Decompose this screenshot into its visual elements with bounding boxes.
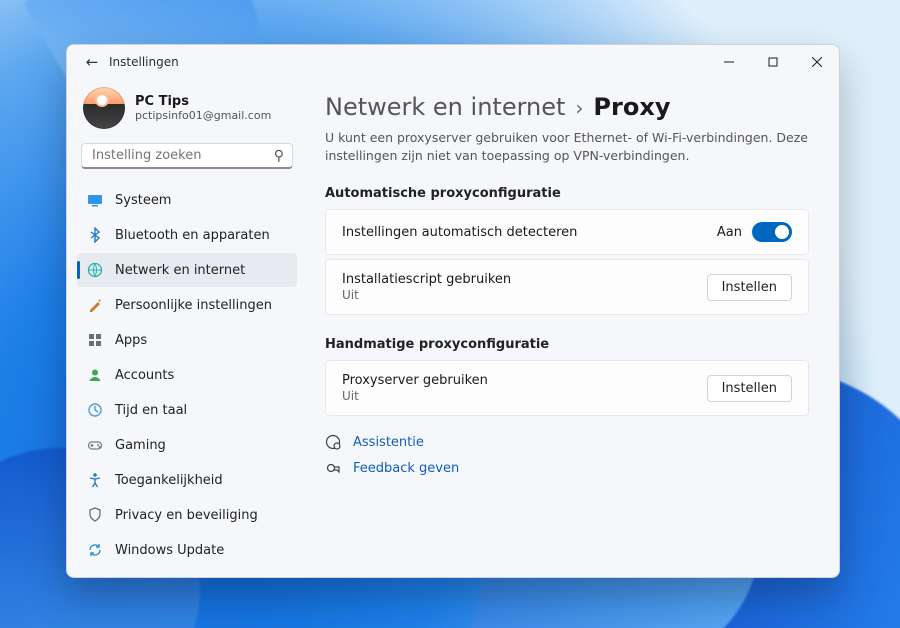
minimize-button[interactable] bbox=[707, 45, 751, 79]
update-icon bbox=[87, 542, 103, 558]
sidebar-item-label: Gaming bbox=[115, 438, 166, 453]
back-button[interactable]: ← bbox=[81, 53, 103, 71]
setup-script-label: Installatiescript gebruiken bbox=[342, 272, 511, 287]
titlebar: ← Instellingen bbox=[67, 45, 839, 79]
sidebar-item-personalize[interactable]: Persoonlijke instellingen bbox=[77, 288, 297, 322]
sidebar-item-label: Bluetooth en apparaten bbox=[115, 228, 270, 243]
chevron-right-icon: › bbox=[575, 96, 583, 120]
accessibility-icon bbox=[87, 472, 103, 488]
card-setup-script: Installatiescript gebruiken Uit Instelle… bbox=[325, 259, 809, 315]
sidebar-item-apps[interactable]: Apps bbox=[77, 323, 297, 357]
maximize-button[interactable] bbox=[751, 45, 795, 79]
proxy-server-state: Uit bbox=[342, 389, 488, 403]
proxy-server-label: Proxyserver gebruiken bbox=[342, 373, 488, 388]
help-icon bbox=[325, 434, 341, 450]
help-links: Assistentie Feedback geven bbox=[325, 434, 809, 476]
feedback-icon bbox=[325, 460, 341, 476]
sidebar-item-label: Tijd en taal bbox=[115, 403, 187, 418]
sidebar-item-label: Toegankelijkheid bbox=[115, 473, 223, 488]
breadcrumb: Netwerk en internet › Proxy bbox=[325, 93, 809, 121]
search-icon: ⚲ bbox=[274, 148, 284, 164]
sidebar-item-network[interactable]: Netwerk en internet bbox=[77, 253, 297, 287]
accounts-icon bbox=[87, 367, 103, 383]
auto-detect-state: Aan bbox=[717, 225, 742, 240]
search-input[interactable] bbox=[92, 148, 274, 163]
sidebar-item-update[interactable]: Windows Update bbox=[77, 533, 297, 567]
section-header-auto: Automatische proxyconfiguratie bbox=[325, 186, 809, 201]
link-feedback-label: Feedback geven bbox=[353, 461, 459, 476]
setup-script-state: Uit bbox=[342, 288, 511, 302]
sidebar-item-label: Systeem bbox=[115, 193, 171, 208]
profile-name: PC Tips bbox=[135, 94, 271, 109]
window-controls bbox=[707, 45, 839, 79]
network-icon bbox=[87, 262, 103, 278]
avatar bbox=[83, 87, 125, 129]
setup-script-button[interactable]: Instellen bbox=[707, 274, 792, 301]
toggle-knob bbox=[775, 225, 789, 239]
settings-window: ← Instellingen PC Tips pctipsinfo01@gmai… bbox=[66, 44, 840, 578]
profile-email: pctipsinfo01@gmail.com bbox=[135, 109, 271, 122]
sidebar-item-label: Accounts bbox=[115, 368, 174, 383]
card-auto-detect: Instellingen automatisch detecteren Aan bbox=[325, 209, 809, 255]
link-assist-label: Assistentie bbox=[353, 435, 424, 450]
sidebar-item-privacy[interactable]: Privacy en beveiliging bbox=[77, 498, 297, 532]
sidebar-item-gaming[interactable]: Gaming bbox=[77, 428, 297, 462]
sidebar-item-system[interactable]: Systeem bbox=[77, 183, 297, 217]
sidebar: PC Tips pctipsinfo01@gmail.com ⚲ Systeem… bbox=[67, 79, 307, 577]
system-icon bbox=[87, 192, 103, 208]
close-button[interactable] bbox=[795, 45, 839, 79]
page-description: U kunt een proxyserver gebruiken voor Et… bbox=[325, 129, 809, 164]
sidebar-item-time[interactable]: Tijd en taal bbox=[77, 393, 297, 427]
bluetooth-icon bbox=[87, 227, 103, 243]
sidebar-nav: Systeem Bluetooth en apparaten Netwerk en … bbox=[77, 183, 297, 567]
search-box[interactable]: ⚲ bbox=[81, 143, 293, 169]
time-icon bbox=[87, 402, 103, 418]
breadcrumb-current: Proxy bbox=[593, 93, 670, 121]
apps-icon bbox=[87, 332, 103, 348]
auto-detect-label: Instellingen automatisch detecteren bbox=[342, 225, 577, 240]
window-title: Instellingen bbox=[109, 55, 179, 69]
sidebar-item-label: Privacy en beveiliging bbox=[115, 508, 258, 523]
link-feedback[interactable]: Feedback geven bbox=[325, 460, 809, 476]
gaming-icon bbox=[87, 437, 103, 453]
auto-detect-toggle[interactable] bbox=[752, 222, 792, 242]
sidebar-item-accessibility[interactable]: Toegankelijkheid bbox=[77, 463, 297, 497]
link-assist[interactable]: Assistentie bbox=[325, 434, 809, 450]
personalize-icon bbox=[87, 297, 103, 313]
sidebar-item-bluetooth[interactable]: Bluetooth en apparaten bbox=[77, 218, 297, 252]
sidebar-item-accounts[interactable]: Accounts bbox=[77, 358, 297, 392]
sidebar-item-label: Windows Update bbox=[115, 543, 224, 558]
main-content: Netwerk en internet › Proxy U kunt een p… bbox=[307, 79, 839, 577]
profile-block[interactable]: PC Tips pctipsinfo01@gmail.com bbox=[77, 83, 297, 141]
privacy-icon bbox=[87, 507, 103, 523]
section-header-manual: Handmatige proxyconfiguratie bbox=[325, 337, 809, 352]
sidebar-item-label: Netwerk en internet bbox=[115, 263, 245, 278]
proxy-server-button[interactable]: Instellen bbox=[707, 375, 792, 402]
sidebar-item-label: Apps bbox=[115, 333, 147, 348]
card-proxy-server: Proxyserver gebruiken Uit Instellen bbox=[325, 360, 809, 416]
sidebar-item-label: Persoonlijke instellingen bbox=[115, 298, 272, 313]
breadcrumb-parent[interactable]: Netwerk en internet bbox=[325, 93, 565, 121]
